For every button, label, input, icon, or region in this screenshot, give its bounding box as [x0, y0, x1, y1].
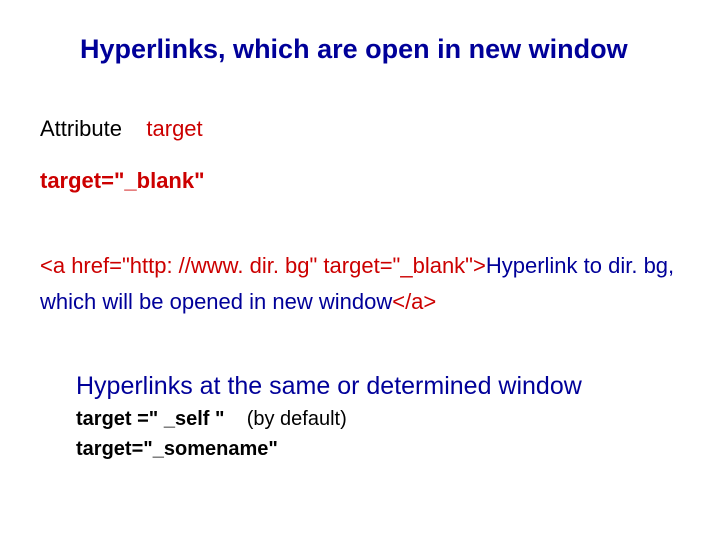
- attribute-label: Attribute: [40, 116, 122, 141]
- code-open-tag: <a href="http: //www. dir. bg" target="_…: [40, 253, 486, 278]
- attribute-line: Attribute target: [40, 116, 203, 142]
- sub-heading: Hyperlinks at the same or determined win…: [76, 372, 582, 401]
- target-somename-line: target="_somename": [76, 438, 278, 461]
- slide: Hyperlinks, which are open in new window…: [0, 0, 720, 540]
- code-example: <a href="http: //www. dir. bg" target="_…: [40, 248, 680, 321]
- target-self-line: target =" _self " (by default): [76, 408, 347, 431]
- target-self-note: (by default): [247, 408, 347, 430]
- target-self-keyword: target =" _self ": [76, 408, 224, 430]
- attribute-name: target: [146, 116, 202, 141]
- slide-title: Hyperlinks, which are open in new window: [80, 34, 628, 65]
- target-blank-line: target="_blank": [40, 168, 205, 194]
- code-close-tag: </a>: [392, 289, 436, 314]
